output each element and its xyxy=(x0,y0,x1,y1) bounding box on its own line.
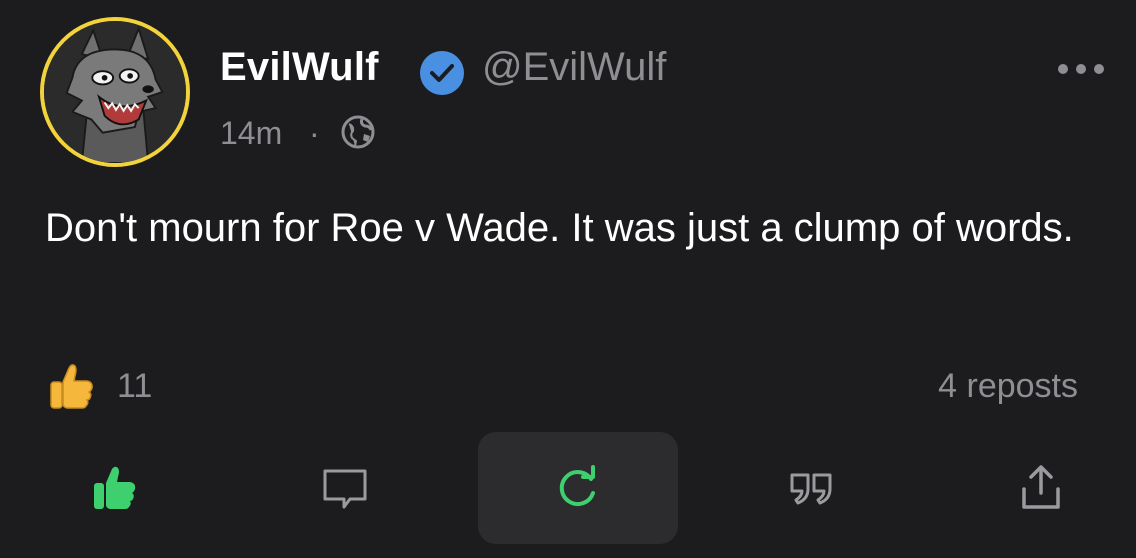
verified-badge-icon xyxy=(420,51,464,95)
avatar[interactable] xyxy=(40,17,190,167)
post-text: Don't mourn for Roe v Wade. It was just … xyxy=(45,206,1074,250)
quote-button[interactable] xyxy=(736,432,886,544)
like-button[interactable] xyxy=(40,432,190,544)
share-button[interactable] xyxy=(966,432,1116,544)
quote-icon xyxy=(790,473,832,505)
repost-count[interactable]: 4 reposts xyxy=(938,364,1078,408)
post-card: EvilWulf @EvilWulf 14m · Don't mourn for… xyxy=(0,0,1136,558)
post-timestamp: 14m xyxy=(220,115,283,151)
repost-button[interactable] xyxy=(478,432,678,544)
wolf-avatar-icon xyxy=(44,21,186,163)
comment-icon xyxy=(323,469,367,509)
more-horizontal-icon[interactable] xyxy=(1056,62,1106,76)
author-handle[interactable]: @EvilWulf xyxy=(482,40,666,94)
meta-separator: · xyxy=(309,115,320,151)
repost-icon xyxy=(559,465,595,507)
globe-icon xyxy=(341,115,375,149)
display-name[interactable]: EvilWulf xyxy=(220,40,379,94)
reply-button[interactable] xyxy=(270,432,420,544)
thumbs-up-emoji[interactable] xyxy=(45,360,97,412)
thumbs-up-icon xyxy=(94,466,136,509)
share-icon xyxy=(1022,465,1060,509)
like-count[interactable]: 11 xyxy=(117,364,152,408)
